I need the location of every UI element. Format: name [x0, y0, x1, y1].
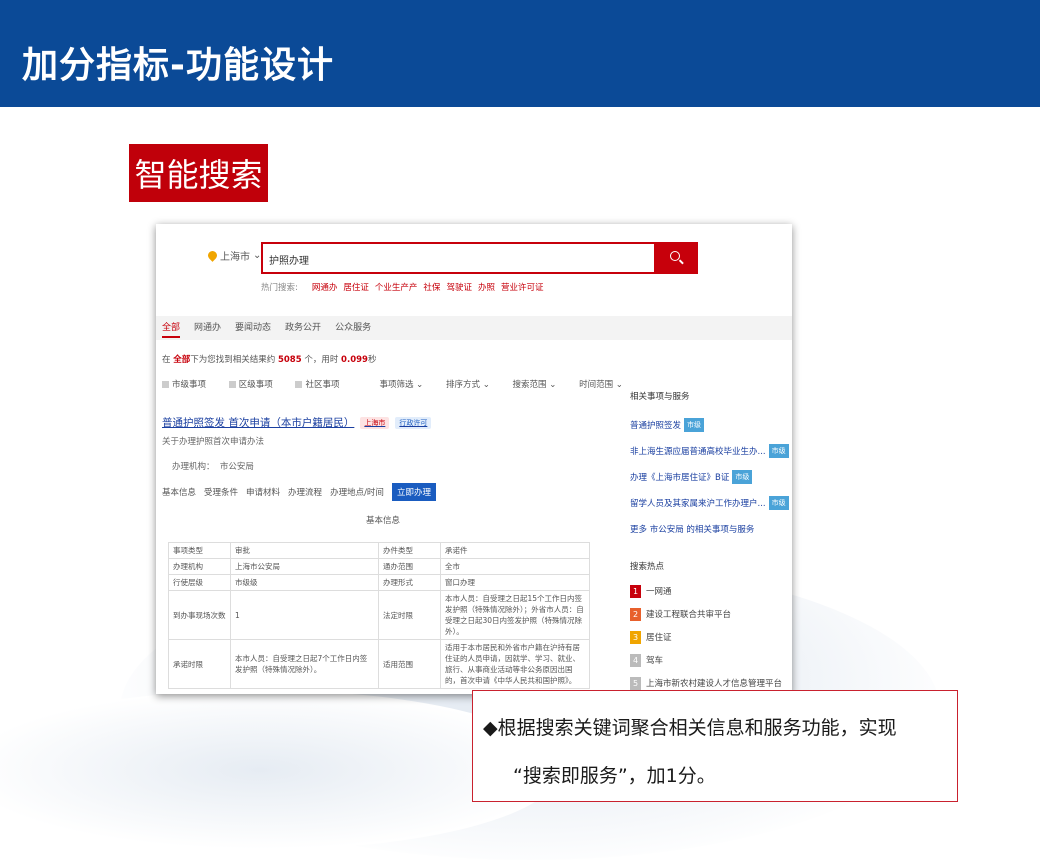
search-input[interactable]: 护照办理 [261, 242, 656, 274]
type-badge: 行政许可 [395, 416, 432, 429]
tab-all[interactable]: 全部 [162, 320, 181, 338]
result-tabs: 全部 网通办 要闻动态 政务公开 公众服务 [156, 316, 792, 340]
action-conditions[interactable]: 受理条件 [204, 486, 238, 498]
table-row: 事项类型 审批 办件类型 承诺件 [168, 542, 590, 559]
hot-search-bar: 热门搜索: 网通办 居住证 个业生产产 社保 驾驶证 办照 营业许可证 [261, 281, 543, 293]
table-row: 承诺时限 本市人员：自受理之日起7个工作日内签发护照（特殊情况除外）。 适用范围适… [168, 639, 590, 689]
rank-badge: 3 [630, 630, 641, 644]
table-row: 到办事现场次数 1 法定时限 本市人员：自受理之日起15个工作日内签发护照（特殊情况… [168, 590, 590, 640]
related-link[interactable]: 办理《上海市居住证》B证 市级 [630, 470, 790, 484]
hot-keyword[interactable]: 社保 [423, 281, 440, 293]
related-link[interactable]: 留学人员及其家属来沪工作办理户... 市级 [630, 496, 790, 510]
note-box: ◆根据搜索关键词聚合相关信息和服务功能，实现 “搜索即服务”，加1分。 [472, 690, 958, 802]
location-selector[interactable]: 上海市 ⌄ [206, 248, 261, 263]
related-link[interactable]: 非上海生源应届普通高校毕业生办... 市级 [630, 444, 790, 458]
location-pin-icon [206, 249, 219, 262]
hot-keyword[interactable]: 居住证 [343, 281, 369, 293]
filter-city-checkbox[interactable]: 市级事项 [162, 380, 216, 390]
apply-now-button[interactable]: 立即办理 [391, 483, 436, 501]
time-dropdown[interactable]: 时间范围 ⌄ [569, 380, 623, 390]
search-button[interactable] [654, 242, 698, 274]
hot-item[interactable]: 4 驾车 [630, 653, 790, 667]
result-title-link[interactable]: 普通护照签发 首次申请（本市户籍居民） 上海市 行政许可 [162, 415, 432, 430]
rank-badge: 4 [630, 653, 641, 667]
hot-search-heading: 搜索热点 [630, 562, 665, 572]
tab-news[interactable]: 要闻动态 [235, 320, 271, 340]
slide-header: 加分指标-功能设计 [0, 0, 1040, 107]
rank-badge: 2 [630, 607, 641, 621]
action-location[interactable]: 办理地点/时间 [330, 486, 384, 498]
related-link[interactable]: 普通护照签发 市级 [630, 418, 790, 432]
hot-keyword[interactable]: 个业生产产 [375, 281, 418, 293]
hot-keyword[interactable]: 营业许可证 [501, 281, 544, 293]
filter-item-dropdown[interactable]: 事项筛选 ⌄ [369, 380, 423, 390]
related-sidebar: 相关事项与服务 普通护照签发 市级 非上海生源应届普通高校毕业生办... 市级 办理… [630, 390, 790, 694]
hot-item[interactable]: 3 居住证 [630, 630, 790, 644]
hot-keyword[interactable]: 办照 [478, 281, 495, 293]
result-description: 关于办理护照首次申请办法 [162, 437, 265, 447]
filter-community-checkbox[interactable]: 社区事项 [295, 380, 349, 390]
note-line-2: “搜索即服务”，加1分。 [513, 765, 716, 787]
hot-item[interactable]: 2 建设工程联合共审平台 [630, 607, 790, 621]
hot-item[interactable]: 5 上海市新农村建设人才信息管理平台 [630, 676, 790, 690]
action-basic-info[interactable]: 基本信息 [162, 486, 196, 498]
search-page-screenshot: 上海市 ⌄ 护照办理 热门搜索: 网通办 居住证 个业生产产 社保 驾驶证 办照… [156, 224, 792, 694]
hot-keyword[interactable]: 网通办 [312, 281, 338, 293]
info-table: 事项类型 审批 办件类型 承诺件 办理机构 上海市公安局 通办范围 全市 行使层级 市级级… [168, 542, 590, 689]
more-related-link[interactable]: 更多 市公安局 的相关事项与服务 [630, 522, 790, 536]
related-heading: 相关事项与服务 [630, 392, 690, 402]
hot-item[interactable]: 1 一网通 [630, 584, 790, 598]
sort-dropdown[interactable]: 排序方式 ⌄ [436, 380, 490, 390]
section-tag: 智能搜索 [129, 144, 268, 202]
rank-badge: 5 [630, 676, 641, 690]
tab-public-service[interactable]: 公众服务 [335, 320, 371, 340]
basic-info-heading: 基本信息 [366, 516, 401, 526]
filter-bar: 市级事项 区级事项 社区事项 事项筛选 ⌄ 排序方式 ⌄ 搜索范围 ⌄ 时间范围… [162, 378, 623, 390]
result-org: 办理机构： 市公安局 [172, 462, 254, 472]
filter-district-checkbox[interactable]: 区级事项 [228, 380, 283, 390]
result-count: 在 全部下为您找到相关结果约 5085 个，用时 0.099秒 [162, 355, 377, 365]
table-row: 办理机构 上海市公安局 通办范围 全市 [168, 558, 590, 575]
scope-dropdown[interactable]: 搜索范围 ⌄ [503, 380, 557, 390]
hot-search-label: 热门搜索: [261, 283, 298, 293]
location-label: 上海市 [220, 252, 250, 263]
tab-online[interactable]: 网通办 [194, 320, 221, 340]
action-materials[interactable]: 申请材料 [246, 486, 280, 498]
note-line-1: ◆根据搜索关键词聚合相关信息和服务功能，实现 [483, 717, 897, 739]
tab-gov-open[interactable]: 政务公开 [285, 320, 321, 340]
city-badge: 上海市 [360, 416, 390, 429]
hot-keyword[interactable]: 驾驶证 [446, 281, 472, 293]
rank-badge: 1 [630, 584, 641, 598]
result-actions: 基本信息 受理条件 申请材料 办理流程 办理地点/时间 立即办理 [162, 483, 436, 501]
slide-title: 加分指标-功能设计 [22, 45, 334, 86]
table-row: 行使层级 市级级 办理形式 窗口办理 [168, 574, 590, 591]
action-process[interactable]: 办理流程 [288, 486, 322, 498]
